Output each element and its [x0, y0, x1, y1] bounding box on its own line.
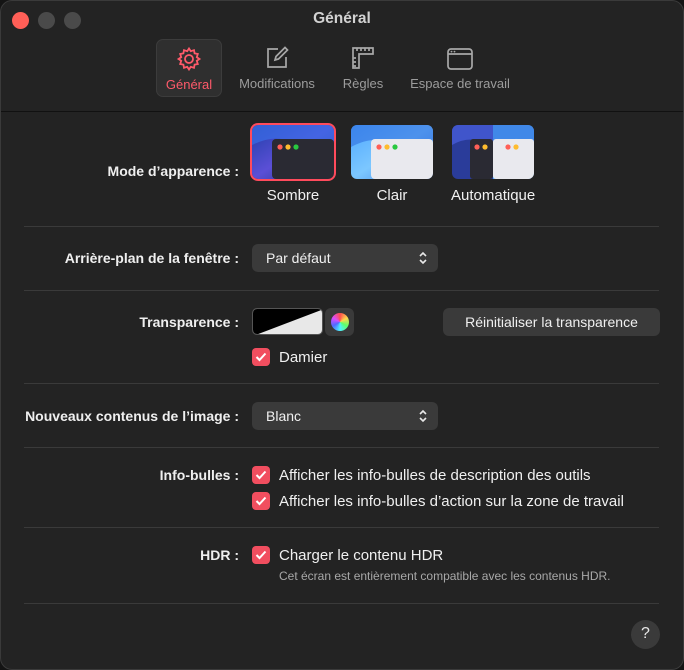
divider — [24, 447, 659, 448]
hdr-label: HDR : — [200, 547, 239, 563]
background-label: Arrière-plan de la fenêtre : — [64, 250, 239, 266]
checkmark-icon — [255, 550, 267, 560]
tooltips-label: Info-bulles : — [159, 467, 239, 483]
hdr-checkbox[interactable] — [252, 546, 270, 564]
divider — [24, 226, 659, 227]
new-content-popup[interactable]: Blanc — [252, 402, 438, 430]
checkerboard-label: Damier — [279, 348, 328, 366]
hdr-option-label: Charger le contenu HDR — [279, 546, 444, 564]
appearance-option-dark[interactable]: Sombre — [250, 123, 336, 204]
window-icon — [447, 48, 473, 70]
divider — [24, 290, 659, 291]
chevron-up-down-icon — [418, 408, 428, 427]
background-popup-value: Par défaut — [266, 250, 331, 266]
dark-mode-label: Sombre — [266, 187, 320, 204]
transparency-swatch[interactable] — [252, 308, 323, 335]
color-wheel-icon — [330, 313, 349, 331]
tab-general[interactable]: Général — [156, 39, 222, 97]
light-mode-thumbnail — [351, 125, 433, 179]
background-popup[interactable]: Par défaut — [252, 244, 438, 272]
light-mode-label: Clair — [376, 187, 408, 204]
checkerboard-checkbox-row[interactable]: Damier — [252, 348, 327, 366]
divider — [24, 603, 659, 604]
auto-mode-thumbnail — [452, 125, 534, 179]
transparency-label: Transparence : — [139, 314, 239, 330]
ruler-icon — [352, 47, 374, 69]
new-content-label: Nouveaux contenus de l’image : — [25, 408, 239, 424]
help-button[interactable]: ? — [631, 620, 660, 649]
checkmark-icon — [255, 496, 267, 506]
dark-mode-thumbnail — [250, 123, 336, 181]
tooltip-tools-checkbox[interactable] — [252, 466, 270, 484]
tooltip-workspace-label: Afficher les info-bulles d’action sur la… — [279, 492, 624, 510]
hdr-checkbox-row[interactable]: Charger le contenu HDR — [252, 546, 443, 564]
gear-icon — [176, 46, 202, 72]
tab-regles-label: Règles — [342, 76, 384, 91]
tooltip-workspace-checkbox[interactable] — [252, 492, 270, 510]
reset-transparency-button[interactable]: Réinitialiser la transparence — [443, 308, 660, 336]
appearance-label: Mode d’apparence : — [107, 163, 239, 179]
chevron-up-down-icon — [418, 250, 428, 269]
checkmark-icon — [255, 470, 267, 480]
tab-espace-de-travail[interactable]: Espace de travail — [403, 39, 517, 97]
color-picker-button[interactable] — [325, 308, 354, 336]
tab-regles[interactable]: Règles — [338, 39, 388, 97]
appearance-option-light[interactable]: Clair — [350, 125, 434, 204]
toolbar-tabs: Général Modifications Règles Espace de t… — [1, 39, 683, 99]
tab-modifications[interactable]: Modifications — [231, 39, 323, 97]
window-title: Général — [313, 10, 371, 27]
tooltip-tools-checkbox-row[interactable]: Afficher les info-bulles de description … — [252, 466, 591, 484]
tab-espace-label: Espace de travail — [410, 76, 510, 91]
checkerboard-checkbox[interactable] — [252, 348, 270, 366]
divider — [24, 383, 659, 384]
hdr-note: Cet écran est entièrement compatible ave… — [279, 569, 611, 583]
new-content-popup-value: Blanc — [266, 408, 302, 424]
appearance-option-auto[interactable]: Automatique — [451, 125, 535, 204]
toolbar-separator — [1, 111, 683, 112]
preferences-window: Général Général Modifications Règles Esp… — [0, 0, 684, 670]
tab-modifications-label: Modifications — [239, 76, 315, 91]
edit-icon — [267, 46, 289, 68]
auto-mode-label: Automatique — [451, 187, 536, 204]
tab-general-label: Général — [165, 77, 213, 92]
divider — [24, 527, 659, 528]
tooltip-tools-label: Afficher les info-bulles de description … — [279, 466, 591, 484]
tooltip-workspace-checkbox-row[interactable]: Afficher les info-bulles d’action sur la… — [252, 492, 624, 510]
checkmark-icon — [255, 352, 267, 362]
